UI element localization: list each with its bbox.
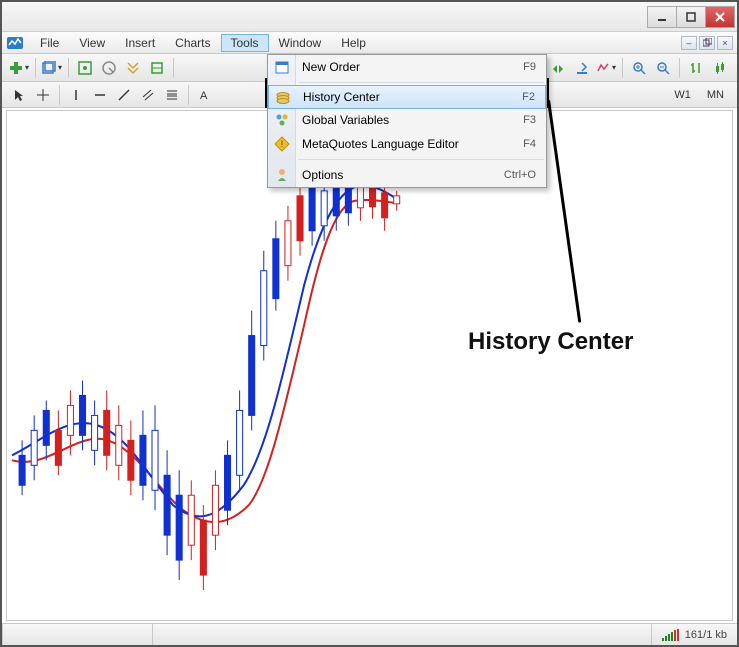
statusbar: 161/1 kb <box>2 623 737 645</box>
cursor-button[interactable] <box>8 84 30 106</box>
menu-mql-editor[interactable]: ! MetaQuotes Language Editor F4 <box>268 132 546 156</box>
connection-status[interactable]: 161/1 kb <box>651 624 737 645</box>
options-icon <box>272 165 292 185</box>
new-order-icon <box>272 57 292 77</box>
mdi-restore[interactable] <box>699 36 715 50</box>
minimize-button[interactable] <box>647 6 677 28</box>
menu-options[interactable]: Options Ctrl+O <box>268 163 546 187</box>
mdi-close[interactable]: × <box>717 36 733 50</box>
menu-item-label: Options <box>302 168 343 182</box>
menu-item-label: MetaQuotes Language Editor <box>302 137 459 151</box>
menu-global-variables[interactable]: Global Variables F3 <box>268 108 546 132</box>
menu-window[interactable]: Window <box>269 34 332 52</box>
menu-new-order[interactable]: New Order F9 <box>268 55 546 79</box>
menu-item-label: History Center <box>303 90 380 104</box>
equidistant-channel-button[interactable] <box>137 84 159 106</box>
tester-button[interactable] <box>146 57 168 79</box>
menu-shortcut: Ctrl+O <box>504 169 536 181</box>
history-center-icon <box>273 88 293 108</box>
profiles-button[interactable] <box>41 57 63 79</box>
trendline-button[interactable] <box>113 84 135 106</box>
menu-tools[interactable]: Tools <box>221 34 269 52</box>
fibonacci-button[interactable] <box>161 84 183 106</box>
menu-shortcut: F2 <box>522 91 535 103</box>
zoom-in-button[interactable] <box>628 57 650 79</box>
titlebar <box>2 2 737 32</box>
navigator-button[interactable] <box>98 57 120 79</box>
horizontal-line-button[interactable] <box>89 84 111 106</box>
timeframe-mn[interactable]: MN <box>700 86 731 104</box>
mdi-minimize[interactable]: – <box>681 36 697 50</box>
menu-file[interactable]: File <box>30 34 69 52</box>
maximize-button[interactable] <box>676 6 706 28</box>
menu-item-label: Global Variables <box>302 113 389 127</box>
menu-shortcut: F9 <box>523 61 536 73</box>
status-segment <box>2 624 152 645</box>
zoom-out-button[interactable] <box>652 57 674 79</box>
menu-history-center[interactable]: History Center F2 <box>268 85 546 109</box>
menu-shortcut: F4 <box>523 138 536 150</box>
menu-help[interactable]: Help <box>331 34 376 52</box>
menu-charts[interactable]: Charts <box>165 34 220 52</box>
svg-text:!: ! <box>281 139 284 149</box>
market-watch-button[interactable] <box>74 57 96 79</box>
connection-bars-icon <box>662 629 679 641</box>
mql-editor-icon: ! <box>272 134 292 154</box>
autoscroll-button[interactable] <box>547 57 569 79</box>
text-button[interactable]: A <box>194 84 216 106</box>
menubar: File View Insert Charts Tools Window Hel… <box>2 32 737 54</box>
chart-shift-button[interactable] <box>571 57 593 79</box>
connection-kb: 161/1 kb <box>685 629 727 641</box>
vertical-line-button[interactable] <box>65 84 87 106</box>
crosshair-button[interactable] <box>32 84 54 106</box>
tools-dropdown: New Order F9 History Center F2 Global Va… <box>267 54 547 188</box>
svg-text:A: A <box>200 90 208 101</box>
app-icon <box>6 34 24 52</box>
annotation-label: History Center <box>468 328 633 356</box>
close-button[interactable] <box>705 6 735 28</box>
menu-shortcut: F3 <box>523 114 536 126</box>
terminal-button[interactable] <box>122 57 144 79</box>
candle-chart-button[interactable] <box>709 57 731 79</box>
menu-view[interactable]: View <box>69 34 115 52</box>
global-variables-icon <box>272 110 292 130</box>
timeframe-w1[interactable]: W1 <box>667 86 698 104</box>
bar-chart-button[interactable] <box>685 57 707 79</box>
status-segment <box>152 624 651 645</box>
menu-item-label: New Order <box>302 60 360 74</box>
new-chart-button[interactable] <box>8 57 30 79</box>
indicators-button[interactable] <box>595 57 617 79</box>
menu-insert[interactable]: Insert <box>115 34 165 52</box>
mdi-controls: – × <box>681 36 733 50</box>
